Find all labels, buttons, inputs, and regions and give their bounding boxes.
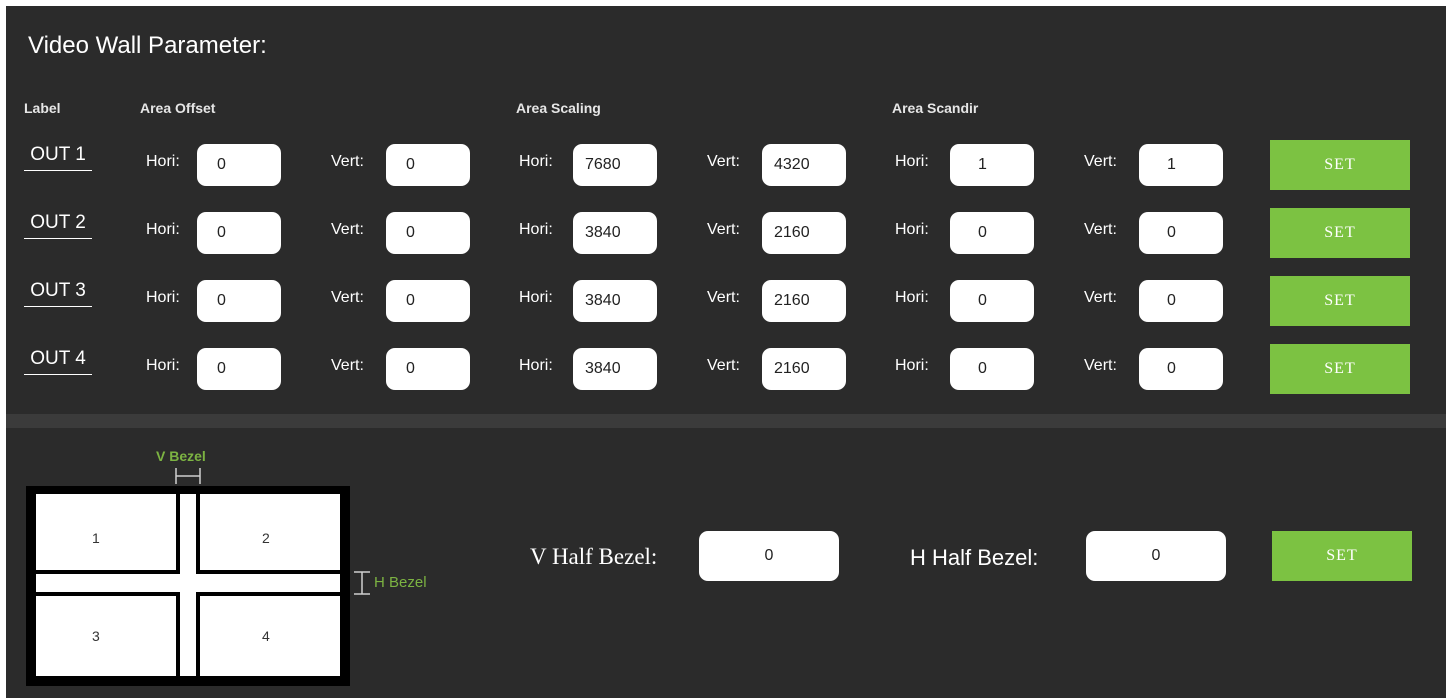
scandir-hori-input[interactable] bbox=[950, 212, 1034, 254]
page-title: Video Wall Parameter: bbox=[28, 32, 267, 59]
video-wall-panel: Video Wall Parameter: Label Area Offset … bbox=[6, 6, 1446, 698]
scaling-vert-label: Vert: bbox=[707, 221, 740, 238]
scaling-hori-input[interactable] bbox=[573, 144, 657, 186]
h-bezel-strip bbox=[36, 574, 340, 592]
offset-vert-label: Vert: bbox=[331, 357, 364, 374]
output-row: OUT 4 Hori: Vert: Hori: Vert: Hori: Vert… bbox=[6, 344, 1446, 394]
set-button[interactable]: SET bbox=[1270, 208, 1410, 258]
scandir-hori-label: Hori: bbox=[895, 153, 929, 170]
offset-hori-input[interactable] bbox=[197, 144, 281, 186]
scaling-vert-input[interactable] bbox=[762, 212, 846, 254]
output-row: OUT 2 Hori: Vert: Hori: Vert: Hori: Vert… bbox=[6, 208, 1446, 258]
scaling-vert-input[interactable] bbox=[762, 144, 846, 186]
scandir-vert-label: Vert: bbox=[1084, 153, 1117, 170]
scandir-hori-label: Hori: bbox=[895, 357, 929, 374]
offset-vert-label: Vert: bbox=[331, 153, 364, 170]
set-button[interactable]: SET bbox=[1270, 140, 1410, 190]
v-half-bezel-input[interactable] bbox=[699, 531, 839, 581]
video-wall-diagram bbox=[26, 468, 370, 686]
offset-vert-input[interactable] bbox=[386, 212, 470, 254]
offset-vert-label: Vert: bbox=[331, 289, 364, 306]
scaling-vert-label: Vert: bbox=[707, 289, 740, 306]
offset-vert-label: Vert: bbox=[331, 221, 364, 238]
bezel-set-button[interactable]: SET bbox=[1272, 531, 1412, 581]
scandir-hori-input[interactable] bbox=[950, 280, 1034, 322]
v-bezel-marker bbox=[175, 468, 201, 484]
scaling-vert-input[interactable] bbox=[762, 280, 846, 322]
scandir-hori-input[interactable] bbox=[950, 348, 1034, 390]
scandir-vert-input[interactable] bbox=[1139, 348, 1223, 390]
set-button[interactable]: SET bbox=[1270, 276, 1410, 326]
output-label: OUT 1 bbox=[24, 140, 92, 171]
panel-2 bbox=[200, 494, 340, 570]
h-bezel-marker bbox=[354, 571, 370, 595]
offset-hori-label: Hori: bbox=[146, 153, 180, 170]
scaling-hori-input[interactable] bbox=[573, 348, 657, 390]
scandir-vert-input[interactable] bbox=[1139, 280, 1223, 322]
panel-3-number: 3 bbox=[92, 628, 100, 644]
h-half-bezel-input[interactable] bbox=[1086, 531, 1226, 581]
scaling-vert-label: Vert: bbox=[707, 153, 740, 170]
set-button[interactable]: SET bbox=[1270, 344, 1410, 394]
scandir-vert-label: Vert: bbox=[1084, 289, 1117, 306]
panel-1-number: 1 bbox=[92, 530, 100, 546]
panel-1 bbox=[36, 494, 176, 570]
scaling-vert-label: Vert: bbox=[707, 357, 740, 374]
offset-vert-input[interactable] bbox=[386, 348, 470, 390]
offset-vert-input[interactable] bbox=[386, 280, 470, 322]
scaling-hori-label: Hori: bbox=[519, 153, 553, 170]
offset-hori-input[interactable] bbox=[197, 280, 281, 322]
scaling-hori-label: Hori: bbox=[519, 221, 553, 238]
column-header-area-offset: Area Offset bbox=[140, 100, 216, 116]
h-bezel-label: H Bezel bbox=[374, 574, 427, 591]
panel-2-number: 2 bbox=[262, 530, 270, 546]
scandir-vert-label: Vert: bbox=[1084, 221, 1117, 238]
scandir-hori-label: Hori: bbox=[895, 289, 929, 306]
column-header-label: Label bbox=[24, 100, 61, 116]
scaling-hori-label: Hori: bbox=[519, 289, 553, 306]
scandir-vert-input[interactable] bbox=[1139, 144, 1223, 186]
scandir-hori-input[interactable] bbox=[950, 144, 1034, 186]
offset-hori-input[interactable] bbox=[197, 212, 281, 254]
column-header-area-scaling: Area Scaling bbox=[516, 100, 601, 116]
output-label: OUT 4 bbox=[24, 344, 92, 375]
section-divider bbox=[6, 414, 1446, 428]
column-header-area-scandir: Area Scandir bbox=[892, 100, 979, 116]
scaling-hori-input[interactable] bbox=[573, 280, 657, 322]
bezel-diagram: V Bezel 1 2 3 4 H Bezel bbox=[6, 428, 466, 698]
panel-4-number: 4 bbox=[262, 628, 270, 644]
scaling-hori-input[interactable] bbox=[573, 212, 657, 254]
scandir-vert-input[interactable] bbox=[1139, 212, 1223, 254]
scandir-vert-label: Vert: bbox=[1084, 357, 1117, 374]
offset-hori-label: Hori: bbox=[146, 221, 180, 238]
v-half-bezel-label: V Half Bezel: bbox=[530, 544, 658, 569]
output-row: OUT 1 Hori: Vert: Hori: Vert: Hori: Vert… bbox=[6, 140, 1446, 190]
panel-3 bbox=[36, 596, 176, 676]
output-label: OUT 3 bbox=[24, 276, 92, 307]
offset-hori-label: Hori: bbox=[146, 289, 180, 306]
output-row: OUT 3 Hori: Vert: Hori: Vert: Hori: Vert… bbox=[6, 276, 1446, 326]
panel-4 bbox=[200, 596, 340, 676]
offset-vert-input[interactable] bbox=[386, 144, 470, 186]
offset-hori-input[interactable] bbox=[197, 348, 281, 390]
h-half-bezel-label: H Half Bezel: bbox=[910, 545, 1039, 570]
offset-hori-label: Hori: bbox=[146, 357, 180, 374]
scaling-vert-input[interactable] bbox=[762, 348, 846, 390]
output-label: OUT 2 bbox=[24, 208, 92, 239]
scaling-hori-label: Hori: bbox=[519, 357, 553, 374]
scandir-hori-label: Hori: bbox=[895, 221, 929, 238]
